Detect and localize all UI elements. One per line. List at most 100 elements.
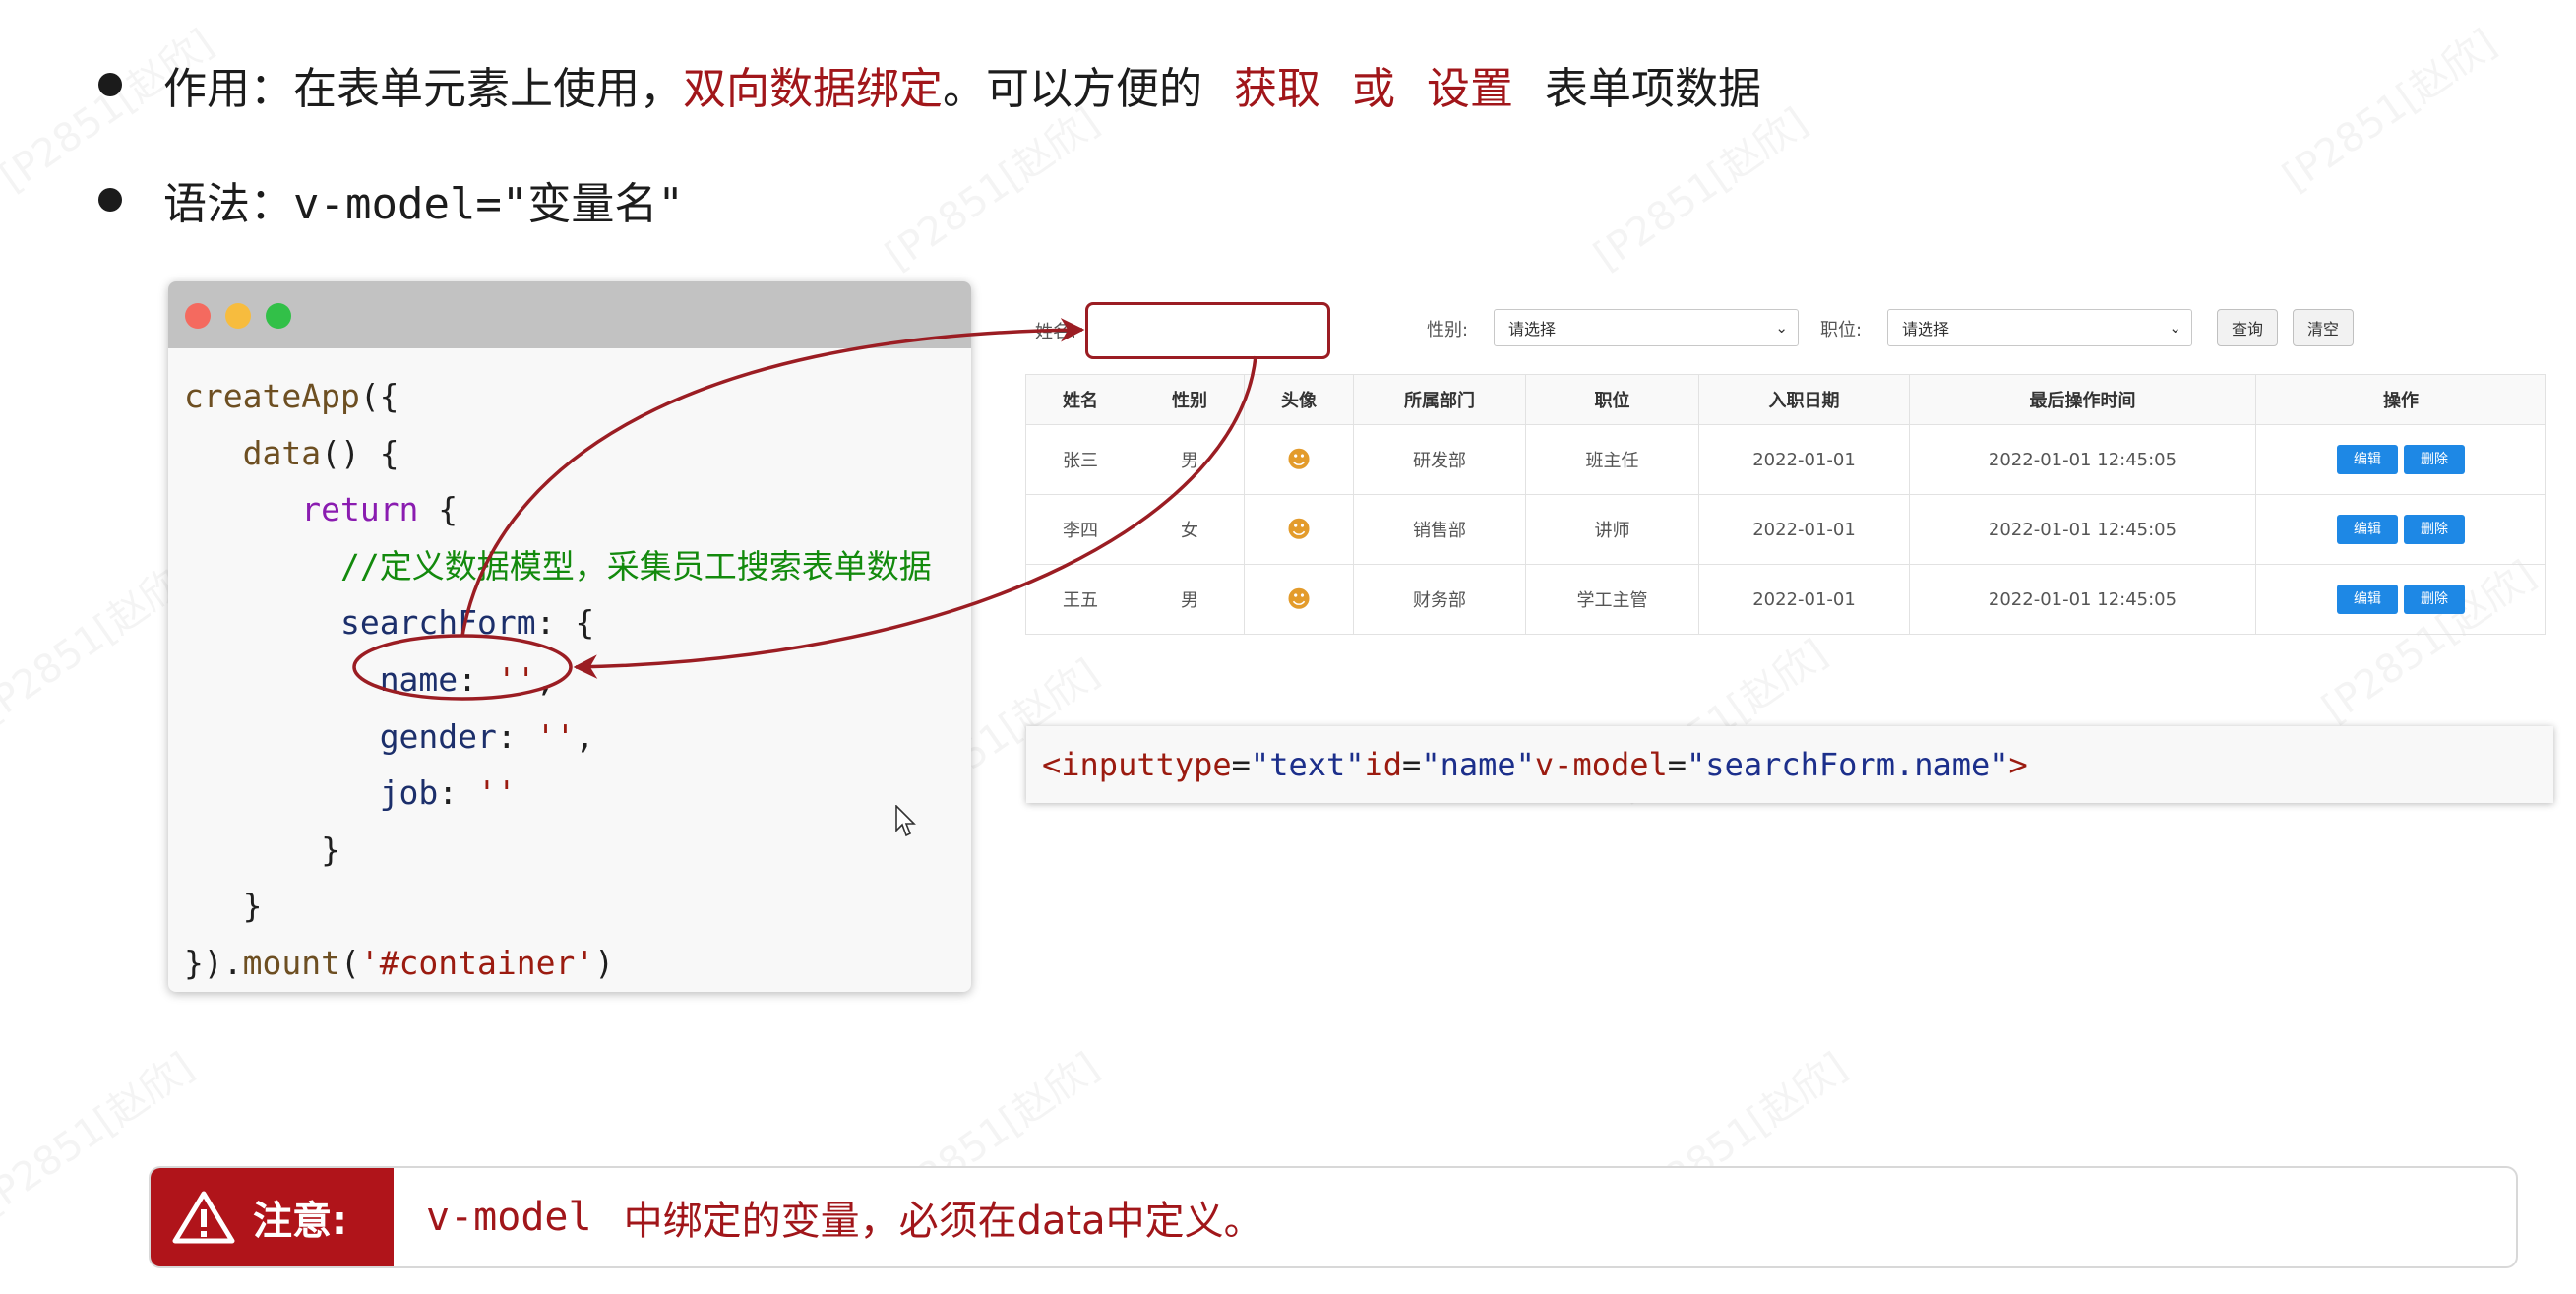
code-line: } bbox=[242, 887, 263, 926]
cell-job: 讲师 bbox=[1525, 494, 1699, 565]
job-select-value: 请选择 bbox=[1902, 320, 1950, 339]
name-input[interactable] bbox=[1085, 302, 1330, 359]
code-block: createApp({ data() { return { //定义数据模型，采… bbox=[184, 368, 932, 992]
watermark: [P2851[赵欣] bbox=[2269, 13, 2505, 202]
code-line: searchForm: { bbox=[339, 603, 595, 643]
column-header: 入职日期 bbox=[1698, 374, 1910, 425]
delete-button[interactable]: 删除 bbox=[2404, 445, 2465, 474]
cell-time: 2022-01-01 12:45:05 bbox=[1909, 424, 2256, 495]
cell-actions: 编辑 删除 bbox=[2255, 564, 2546, 635]
maximize-dot-icon bbox=[266, 303, 291, 329]
input-code-snippet: <input type = "text" id = "name" v-model = "se… bbox=[1026, 726, 2553, 803]
cell-gender: 男 bbox=[1135, 564, 1245, 635]
column-header: 性别 bbox=[1135, 374, 1245, 425]
cell-name: 李四 bbox=[1025, 494, 1135, 565]
table-row: 王五 男 ☻ 财务部 学工主管 2022-01-01 2022-01-01 12… bbox=[1025, 564, 2546, 635]
job-label: 职位: bbox=[1820, 320, 1863, 340]
close-dot-icon bbox=[185, 303, 211, 329]
gender-select-value: 请选择 bbox=[1508, 320, 1557, 339]
edit-button[interactable]: 编辑 bbox=[2337, 585, 2398, 614]
cell-avatar: ☻ bbox=[1244, 424, 1354, 495]
mouse-cursor-icon bbox=[895, 805, 916, 837]
cell-date: 2022-01-01 bbox=[1698, 564, 1910, 635]
cell-actions: 编辑 删除 bbox=[2255, 424, 2546, 495]
cell-time: 2022-01-01 12:45:05 bbox=[1909, 494, 2256, 565]
chevron-down-icon: ⌄ bbox=[2169, 319, 2181, 337]
code-line: } bbox=[321, 830, 340, 869]
cell-date: 2022-01-01 bbox=[1698, 424, 1910, 495]
edit-button[interactable]: 编辑 bbox=[2337, 445, 2398, 474]
avatar-icon: ☻ bbox=[1286, 515, 1312, 543]
employee-ui-preview: 姓名: 性别: 请选择 ⌄ 职位: 请选择 ⌄ 查询 清空 姓名 性别 头像 所… bbox=[1023, 295, 2546, 640]
bullet-dot bbox=[98, 188, 122, 212]
cell-gender: 女 bbox=[1135, 494, 1245, 565]
employee-table: 姓名 性别 头像 所属部门 职位 入职日期 最后操作时间 操作 张三 男 ☻ 研… bbox=[1025, 374, 2546, 635]
avatar-icon: ☻ bbox=[1286, 585, 1312, 613]
code-window: createApp({ data() { return { //定义数据模型，采… bbox=[168, 281, 971, 992]
notice-code: v-model bbox=[426, 1195, 592, 1240]
code-line: gender: '', bbox=[379, 716, 595, 756]
cell-dept: 研发部 bbox=[1353, 424, 1526, 495]
code-line: }).mount('#container') bbox=[184, 943, 615, 982]
purpose-or: 或 bbox=[1352, 64, 1395, 114]
chevron-down-icon: ⌄ bbox=[1775, 319, 1788, 337]
notice-header: 注意: bbox=[151, 1168, 394, 1266]
syntax-text: 语法：v-model="变量名" bbox=[163, 179, 684, 229]
gender-label: 性别: bbox=[1427, 320, 1469, 340]
code-line: //定义数据模型，采集员工搜索表单数据 bbox=[339, 546, 932, 585]
avatar-icon: ☻ bbox=[1286, 445, 1312, 473]
watermark: [P2851[赵欣] bbox=[872, 92, 1108, 280]
cell-gender: 男 bbox=[1135, 424, 1245, 495]
cell-actions: 编辑 删除 bbox=[2255, 494, 2546, 565]
gender-select[interactable]: 请选择 ⌄ bbox=[1494, 309, 1799, 346]
notice-message: v-model 中绑定的变量，必须在data中定义。 bbox=[426, 1168, 1263, 1266]
window-titlebar bbox=[168, 281, 971, 348]
column-header: 所属部门 bbox=[1353, 374, 1526, 425]
notice-text: 中绑定的变量，必须在data中定义。 bbox=[623, 1199, 1263, 1244]
table-row: 张三 男 ☻ 研发部 班主任 2022-01-01 2022-01-01 12:… bbox=[1025, 424, 2546, 495]
purpose-prefix: 作用：在表单元素上使用， bbox=[163, 64, 683, 114]
cell-date: 2022-01-01 bbox=[1698, 494, 1910, 565]
table-row: 李四 女 ☻ 销售部 讲师 2022-01-01 2022-01-01 12:4… bbox=[1025, 494, 2546, 565]
code-line: createApp({ bbox=[184, 377, 399, 415]
name-label: 姓名: bbox=[1035, 322, 1077, 342]
watermark: [P2851[赵欣] bbox=[1580, 92, 1816, 280]
cell-avatar: ☻ bbox=[1244, 564, 1354, 635]
cell-job: 学工主管 bbox=[1525, 564, 1699, 635]
code-line: name: '', bbox=[379, 659, 556, 699]
purpose-set: 设置 bbox=[1427, 64, 1513, 114]
edit-button[interactable]: 编辑 bbox=[2337, 515, 2398, 544]
column-header: 操作 bbox=[2255, 374, 2546, 425]
bullet-purpose: 作用：在表单元素上使用， 双向数据绑定 。可以方便的 获取 或 设置 表单项数据 bbox=[98, 53, 1761, 116]
cell-dept: 销售部 bbox=[1353, 494, 1526, 565]
purpose-suffix: 表单项数据 bbox=[1545, 64, 1761, 114]
purpose-get: 获取 bbox=[1234, 64, 1320, 114]
cell-avatar: ☻ bbox=[1244, 494, 1354, 565]
column-header: 最后操作时间 bbox=[1909, 374, 2256, 425]
job-select[interactable]: 请选择 ⌄ bbox=[1887, 309, 2192, 346]
clear-button[interactable]: 清空 bbox=[2293, 309, 2354, 346]
bullet-syntax: 语法：v-model="变量名" bbox=[98, 168, 684, 231]
column-header: 职位 bbox=[1525, 374, 1699, 425]
cell-job: 班主任 bbox=[1525, 424, 1699, 495]
cell-name: 张三 bbox=[1025, 424, 1135, 495]
cell-dept: 财务部 bbox=[1353, 564, 1526, 635]
column-header: 姓名 bbox=[1025, 374, 1135, 425]
code-line: job: '' bbox=[379, 773, 517, 813]
table-header-row: 姓名 性别 头像 所属部门 职位 入职日期 最后操作时间 操作 bbox=[1025, 374, 2546, 425]
delete-button[interactable]: 删除 bbox=[2404, 585, 2465, 614]
purpose-emphasis: 双向数据绑定 bbox=[683, 64, 943, 114]
purpose-middle: 。可以方便的 bbox=[943, 64, 1202, 114]
delete-button[interactable]: 删除 bbox=[2404, 515, 2465, 544]
cell-name: 王五 bbox=[1025, 564, 1135, 635]
search-button[interactable]: 查询 bbox=[2217, 309, 2278, 346]
code-line: data() { bbox=[242, 433, 399, 472]
bullet-dot bbox=[98, 73, 122, 96]
code-line: return { bbox=[301, 490, 459, 529]
notice-banner: 注意: v-model 中绑定的变量，必须在data中定义。 bbox=[149, 1166, 2518, 1268]
minimize-dot-icon bbox=[225, 303, 251, 329]
cell-time: 2022-01-01 12:45:05 bbox=[1909, 564, 2256, 635]
warning-icon bbox=[172, 1191, 235, 1244]
notice-title: 注意: bbox=[253, 1199, 347, 1244]
column-header: 头像 bbox=[1244, 374, 1354, 425]
